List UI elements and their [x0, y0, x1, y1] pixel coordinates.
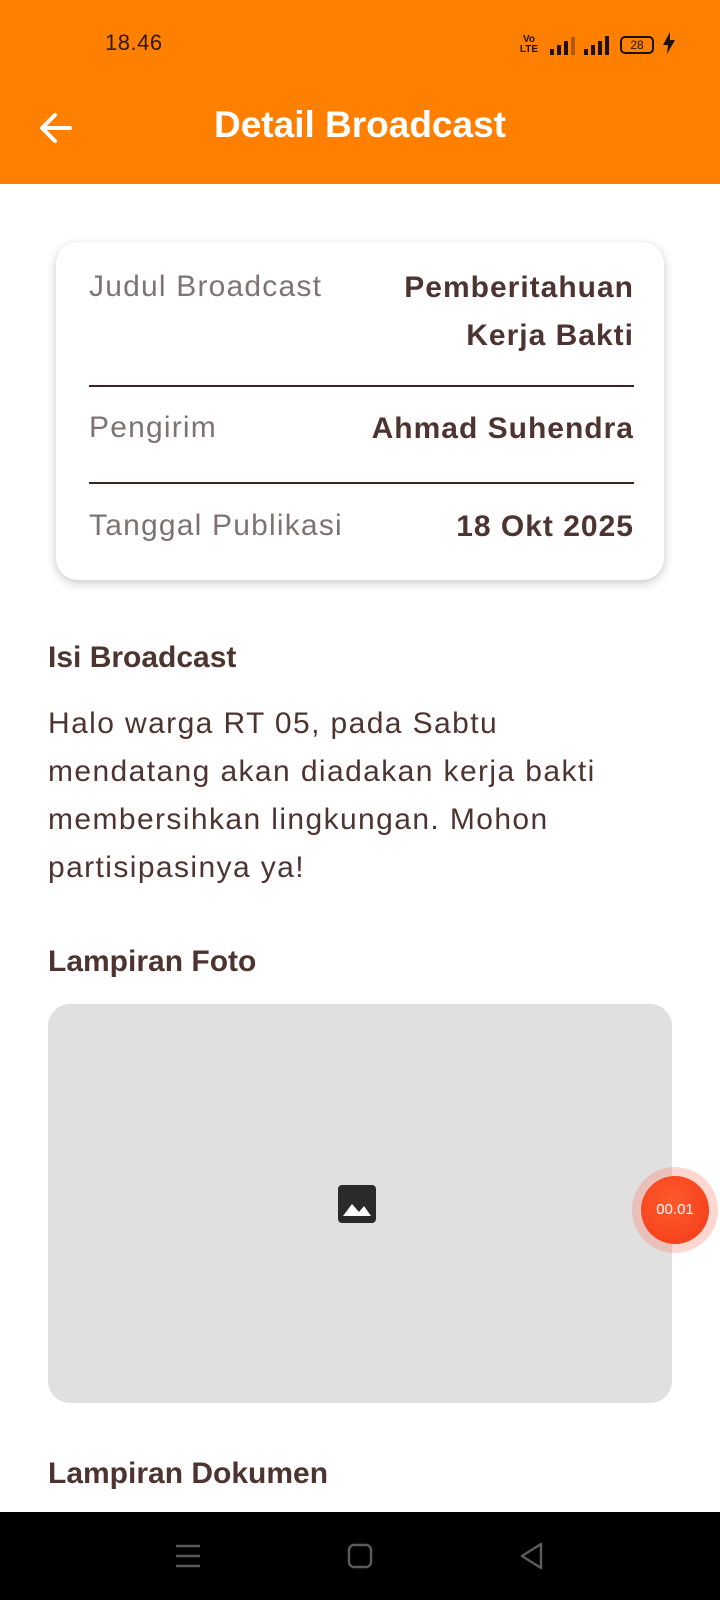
system-nav-bar [0, 1512, 720, 1600]
divider [89, 385, 634, 387]
info-value-judul: Pemberitahuan Kerja Bakti [404, 271, 634, 352]
info-label-pengirim: Pengirim [89, 411, 217, 444]
status-time: 18.46 [105, 30, 163, 55]
section-title-isi: Isi Broadcast [48, 641, 237, 674]
nav-back-button[interactable] [510, 1534, 554, 1578]
info-value-tanggal: 18 Okt 2025 [456, 510, 634, 543]
info-row-pengirim: Pengirim Ahmad Suhendra [89, 405, 634, 453]
divider [89, 482, 634, 484]
info-value-pengirim: Ahmad Suhendra [371, 412, 634, 445]
info-row-judul: Judul Broadcast Pemberitahuan Kerja Bakt… [89, 264, 634, 360]
screen-recorder-button[interactable]: 00.01 [632, 1167, 718, 1253]
section-title-foto: Lampiran Foto [48, 945, 257, 978]
back-icon [520, 1542, 543, 1570]
status-icons: Vo LTE 28 [516, 30, 676, 60]
nav-home-button[interactable] [338, 1534, 382, 1578]
signal-icon [550, 35, 576, 55]
signal-icon-2 [584, 35, 612, 55]
recorder-timer: 00.01 [641, 1176, 709, 1244]
nav-menu-button[interactable] [166, 1534, 210, 1578]
menu-icon [176, 1544, 200, 1568]
info-label-judul: Judul Broadcast [89, 270, 323, 303]
battery-icon: 28 [620, 36, 654, 54]
broadcast-message: Halo warga RT 05, pada Sabtu mendatang a… [48, 707, 596, 884]
broadcast-info-card: Judul Broadcast Pemberitahuan Kerja Bakt… [56, 242, 664, 580]
info-label-tanggal: Tanggal Publikasi [89, 509, 343, 542]
image-icon [338, 1185, 376, 1223]
home-icon [347, 1543, 373, 1569]
page-title: Detail Broadcast [214, 104, 506, 145]
volte-icon: Vo LTE [519, 34, 539, 55]
info-row-tanggal: Tanggal Publikasi 18 Okt 2025 [89, 503, 634, 551]
app-header: 18.46 Vo LTE 28 Detail Broadcast [0, 0, 720, 184]
charging-icon [662, 31, 676, 59]
photo-attachment[interactable] [48, 1004, 672, 1403]
section-title-dokumen: Lampiran Dokumen [48, 1457, 329, 1490]
